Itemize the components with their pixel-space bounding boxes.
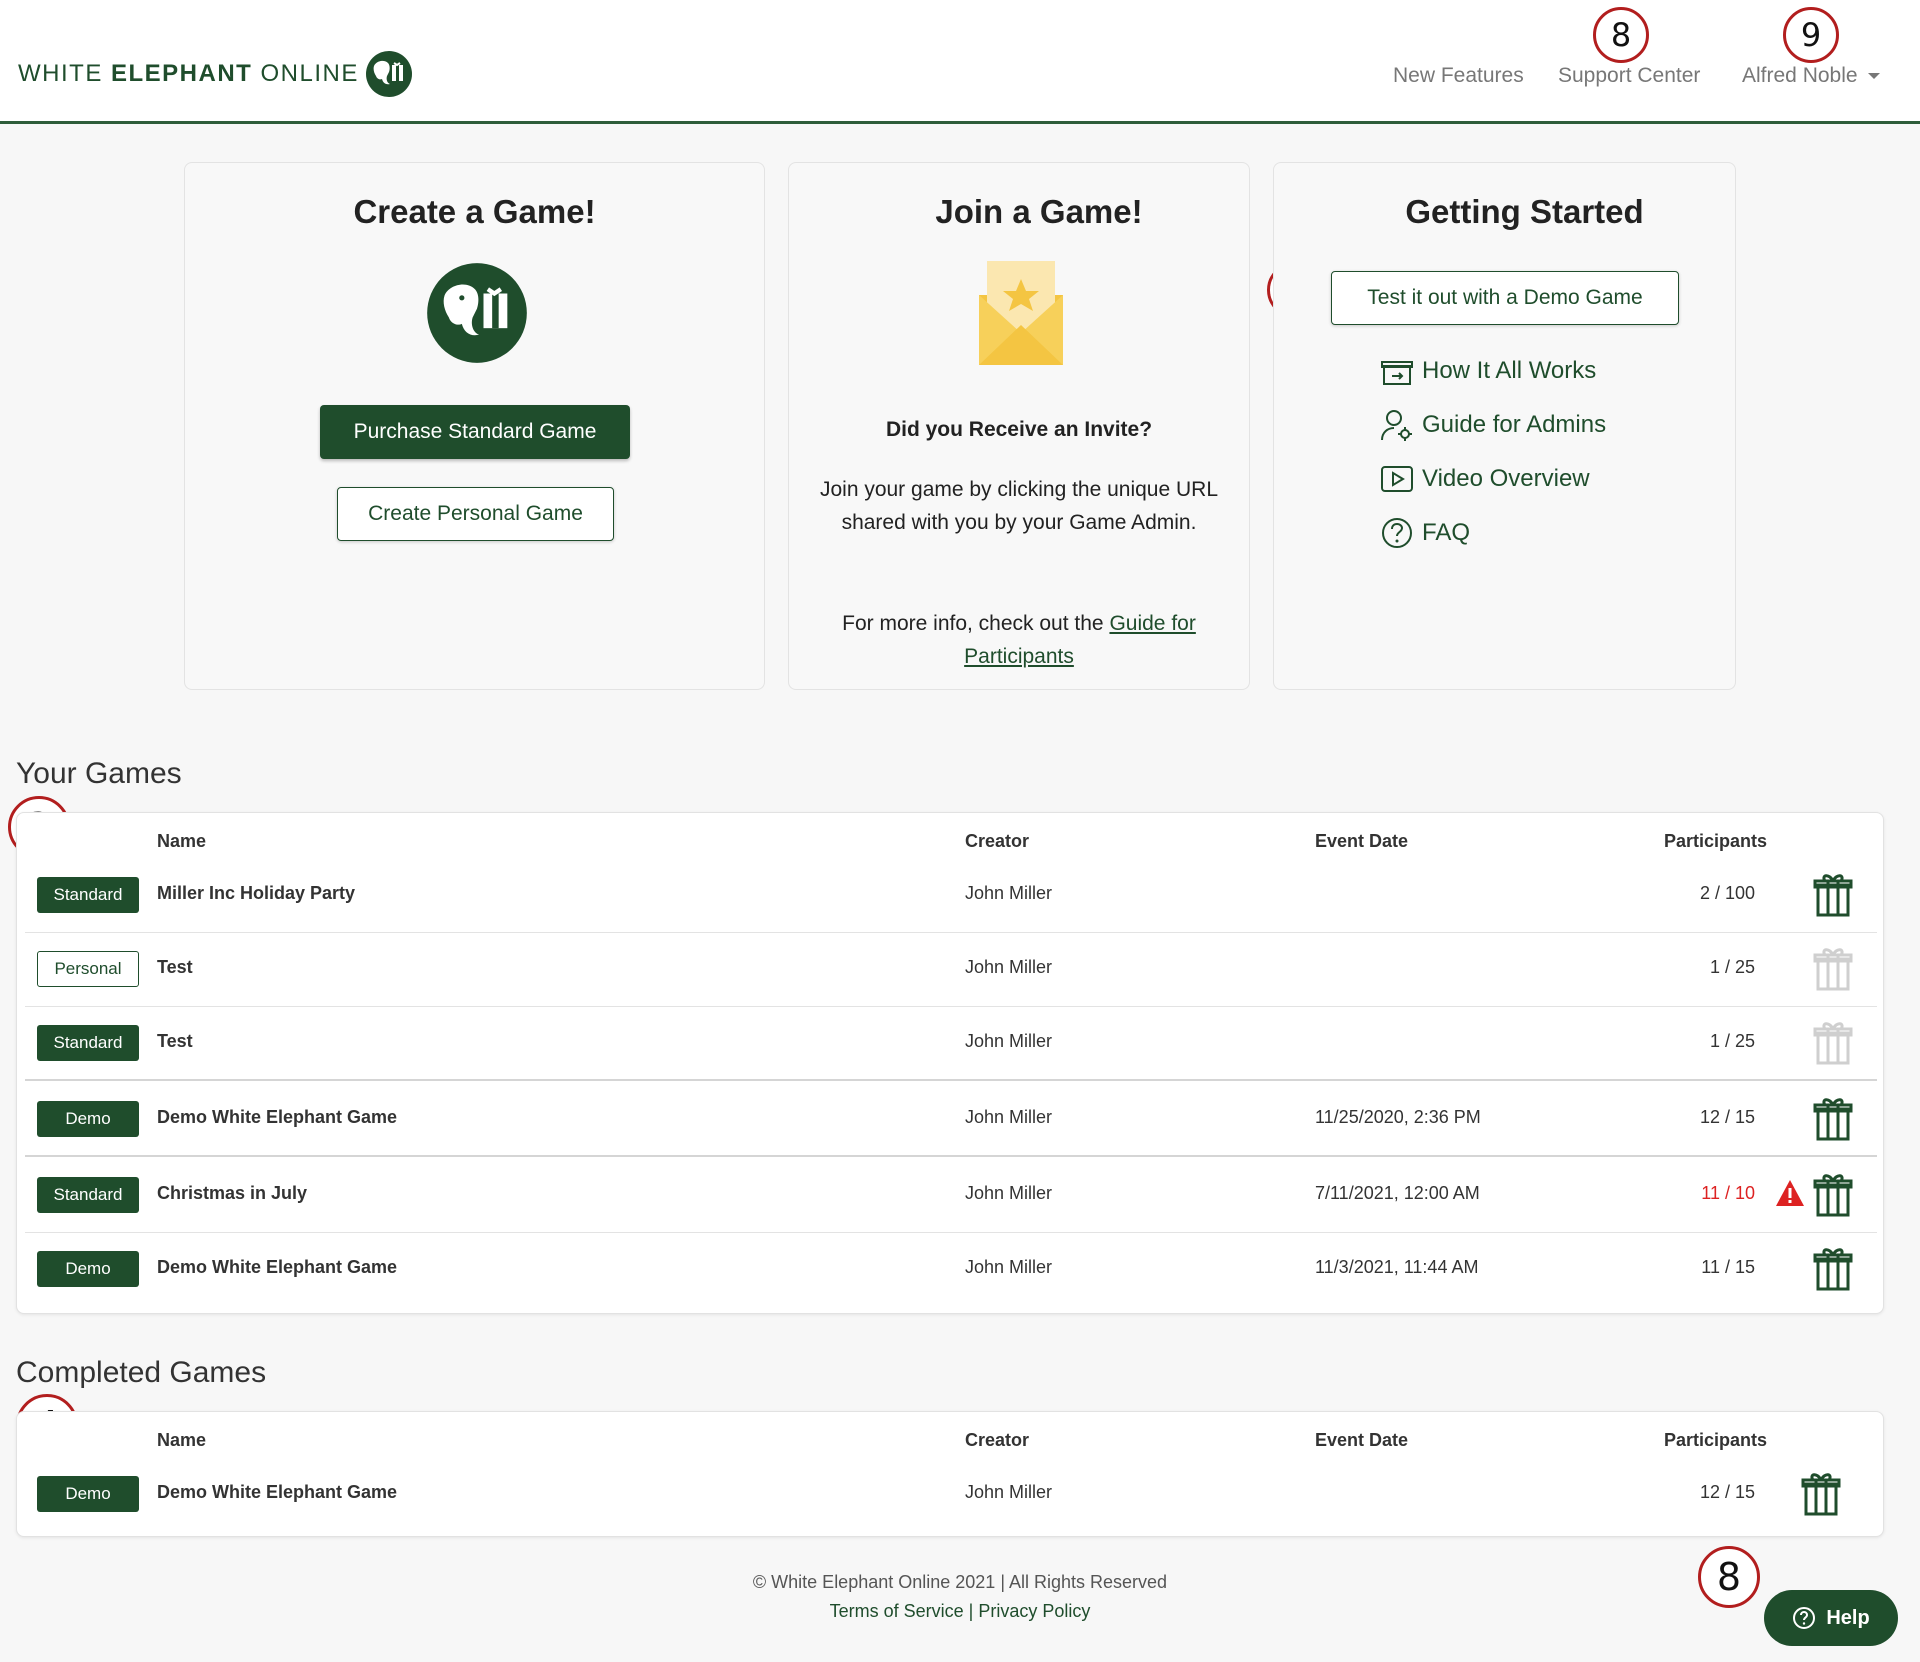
invite-question: Did you Receive an Invite? [885,418,1153,441]
chevron-down-icon [1867,73,1880,80]
help-button[interactable]: Help [1764,1590,1898,1646]
user-gear-icon [1381,410,1412,441]
game-type-badge: Demo [37,1101,139,1137]
question-icon [1382,518,1412,548]
game-type-badge: Demo [37,1476,139,1512]
purchase-standard-game-button[interactable]: Purchase Standard Game [320,405,630,459]
elephant-gift-icon [427,263,527,363]
table-row[interactable]: Demo Demo White Elephant Game John Mille… [25,1083,1877,1157]
gift-icon[interactable] [1813,1019,1853,1065]
game-date: 7/11/2021, 12:00 AM [1315,1183,1480,1203]
annotation-marker: 8 [1593,7,1649,63]
completed-games-table: Name Creator Event Date Participants Dem… [16,1411,1884,1537]
game-name: Demo White Elephant Game [157,1257,398,1277]
game-participants: 11 / 15 [1701,1257,1755,1277]
game-date: 11/3/2021, 11:44 AM [1315,1257,1479,1277]
getting-started-title: Getting Started [1405,193,1644,230]
game-creator: John Miller [965,1107,1053,1127]
gift-icon[interactable] [1801,1470,1841,1516]
col-creator: Creator [965,831,1030,851]
game-creator: John Miller [965,1482,1053,1502]
annotation-marker: 9 [1783,7,1839,63]
game-name: Demo White Elephant Game [157,1107,398,1127]
terms-of-service-link[interactable]: Terms of Service [830,1601,964,1621]
footer-separator: | [968,1601,974,1621]
question-icon [1793,1607,1816,1629]
table-row[interactable]: Standard Miller Inc Holiday Party John M… [25,859,1877,933]
join-game-card: Join a Game! Did you Receive an Invite? … [788,162,1250,690]
create-game-card: Create a Game! Purchase Standard Game Cr… [184,162,765,690]
envelope-star-icon [979,261,1063,365]
footer-links: Terms of Service | Privacy Policy [0,1601,1920,1622]
game-type-badge: Personal [37,951,139,987]
game-participants: 1 / 25 [1709,957,1755,977]
nav-support-center[interactable]: Support Center [1558,64,1700,88]
game-name: Demo White Elephant Game [157,1482,398,1502]
table-row[interactable]: Personal Test John Miller 1 / 25 [25,933,1877,1007]
copyright-text: © White Elephant Online 2021 | All Right… [752,1572,1168,1592]
elephant-logo-icon [365,51,412,97]
table-row[interactable]: Standard Christmas in July John Miller 7… [25,1159,1877,1233]
col-participants: Participants [1664,831,1768,851]
game-participants: 11 / 10 [1701,1183,1755,1203]
game-name: Miller Inc Holiday Party [157,883,356,903]
join-game-title: Join a Game! [935,193,1143,230]
create-game-title: Create a Game! [353,193,596,230]
your-games-title: Your Games [16,757,182,790]
join-instructions: Join your game by clicking the unique UR… [819,478,1219,534]
play-icon [1381,466,1413,492]
col-creator: Creator [965,1430,1030,1450]
game-creator: John Miller [965,1031,1053,1051]
game-name: Test [157,957,193,977]
more-info-text: For more info, check out the Guide for P… [842,612,1196,668]
game-creator: John Miller [965,883,1053,903]
demo-game-button[interactable]: Test it out with a Demo Game [1331,271,1679,325]
col-event-date: Event Date [1315,831,1409,851]
gift-exchange-icon [1381,361,1413,385]
user-menu[interactable]: Alfred Noble [1742,64,1880,88]
how-it-works-link[interactable]: How It All Works [1380,354,1596,388]
faq-link[interactable]: FAQ [1380,516,1470,550]
game-participants: 12 / 15 [1699,1107,1755,1127]
your-games-table: Name Creator Event Date Participants Sta… [16,812,1884,1314]
game-date: 11/25/2020, 2:36 PM [1315,1107,1481,1127]
game-type-badge: Demo [37,1251,139,1287]
getting-started-card: Getting Started Test it out with a Demo … [1273,162,1736,690]
guide-for-admins-link[interactable]: Guide for Admins [1380,408,1606,442]
user-name: Alfred Noble [1742,64,1858,87]
game-type-badge: Standard [37,1177,139,1213]
col-name: Name [157,831,207,851]
privacy-policy-link[interactable]: Privacy Policy [978,1601,1090,1621]
game-type-badge: Standard [37,1025,139,1061]
col-name: Name [157,1430,207,1450]
game-participants: 12 / 15 [1699,1482,1755,1502]
logo-text: WHITE ELEPHANT ONLINE [18,60,359,87]
create-personal-game-button[interactable]: Create Personal Game [337,487,614,541]
game-creator: John Miller [965,957,1053,977]
gift-icon[interactable] [1813,871,1853,917]
gift-icon[interactable] [1813,1095,1853,1141]
nav-new-features[interactable]: New Features [1393,64,1524,88]
gift-icon[interactable] [1813,1171,1853,1217]
site-logo[interactable]: WHITE ELEPHANT ONLINE [18,50,413,98]
game-creator: John Miller [965,1183,1053,1203]
game-participants: 2 / 100 [1699,883,1755,903]
game-participants: 1 / 25 [1709,1031,1755,1051]
col-participants: Participants [1664,1430,1768,1450]
game-name: Test [157,1031,193,1051]
game-type-badge: Standard [37,877,139,913]
game-creator: John Miller [965,1257,1053,1277]
warning-icon [1776,1180,1804,1206]
gift-icon[interactable] [1813,1245,1853,1291]
table-row[interactable]: Demo Demo White Elephant Game John Mille… [25,1458,1877,1532]
gift-icon[interactable] [1813,945,1853,991]
video-overview-link[interactable]: Video Overview [1380,462,1590,496]
table-row[interactable]: Standard Test John Miller 1 / 25 [25,1007,1877,1081]
col-event-date: Event Date [1315,1430,1409,1450]
completed-games-title: Completed Games [16,1356,267,1389]
game-name: Christmas in July [157,1183,308,1203]
table-row[interactable]: Demo Demo White Elephant Game John Mille… [25,1233,1877,1307]
